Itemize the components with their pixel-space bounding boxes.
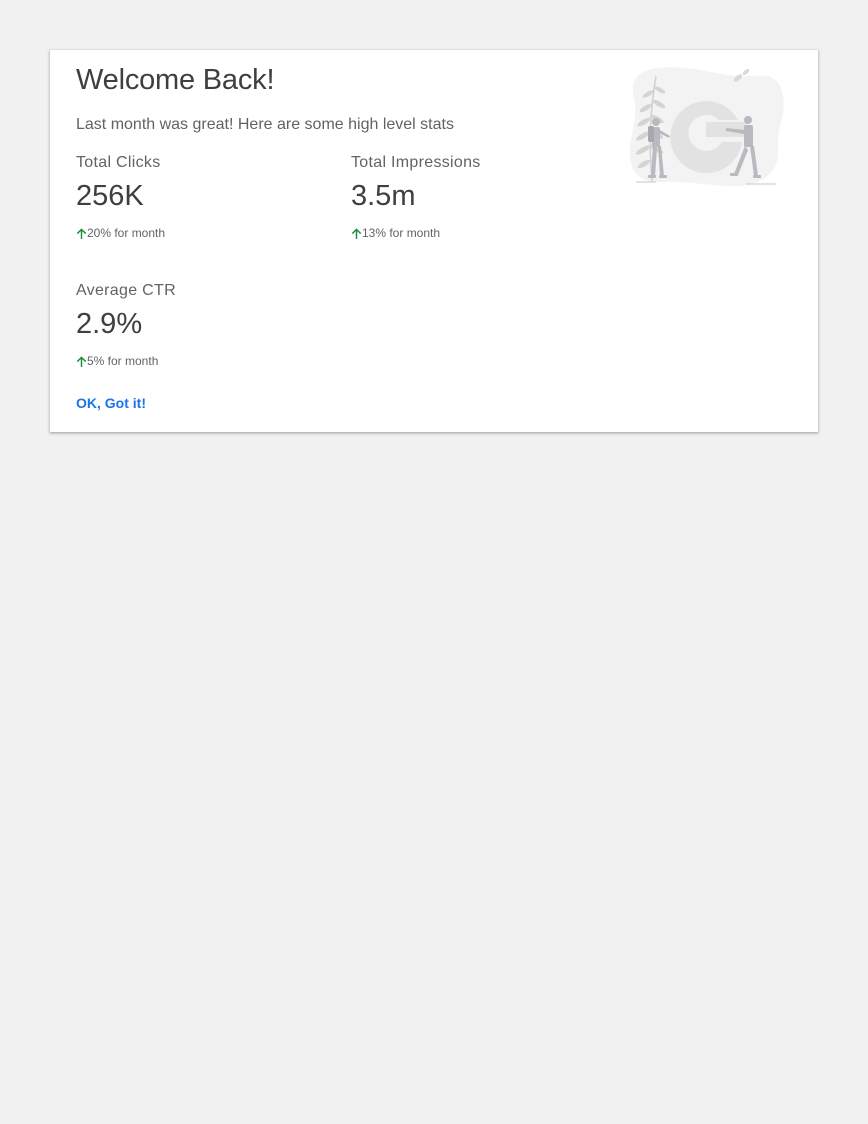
- google-g-hikers-illustration-icon: [629, 67, 784, 186]
- stat-total-impressions: Total Impressions 3.5m 13% for month: [351, 153, 591, 240]
- welcome-card: Welcome Back! Last month was great! Here…: [50, 50, 818, 432]
- stat-change: 13% for month: [351, 226, 591, 240]
- card-title: Welcome Back!: [76, 64, 275, 96]
- arrow-up-icon: [76, 227, 87, 239]
- stat-total-clicks: Total Clicks 256K 20% for month: [76, 153, 316, 240]
- stat-change: 5% for month: [76, 354, 316, 368]
- stat-label: Total Clicks: [76, 154, 161, 171]
- stat-change-text: 5% for month: [87, 354, 159, 368]
- stat-value: 3.5m: [351, 180, 416, 212]
- ok-got-it-button[interactable]: OK, Got it!: [76, 395, 146, 411]
- arrow-up-icon: [351, 227, 362, 239]
- stat-value: 256K: [76, 180, 144, 212]
- stat-value: 2.9%: [76, 308, 143, 340]
- stat-change-text: 20% for month: [87, 226, 166, 240]
- card-subtitle: Last month was great! Here are some high…: [76, 116, 454, 133]
- stat-label: Average CTR: [76, 282, 176, 299]
- stat-average-ctr: Average CTR 2.9% 5% for month: [76, 281, 316, 368]
- stat-change: 20% for month: [76, 226, 316, 240]
- stat-label: Total Impressions: [351, 154, 481, 171]
- arrow-up-icon: [76, 355, 87, 367]
- stat-change-text: 13% for month: [362, 226, 441, 240]
